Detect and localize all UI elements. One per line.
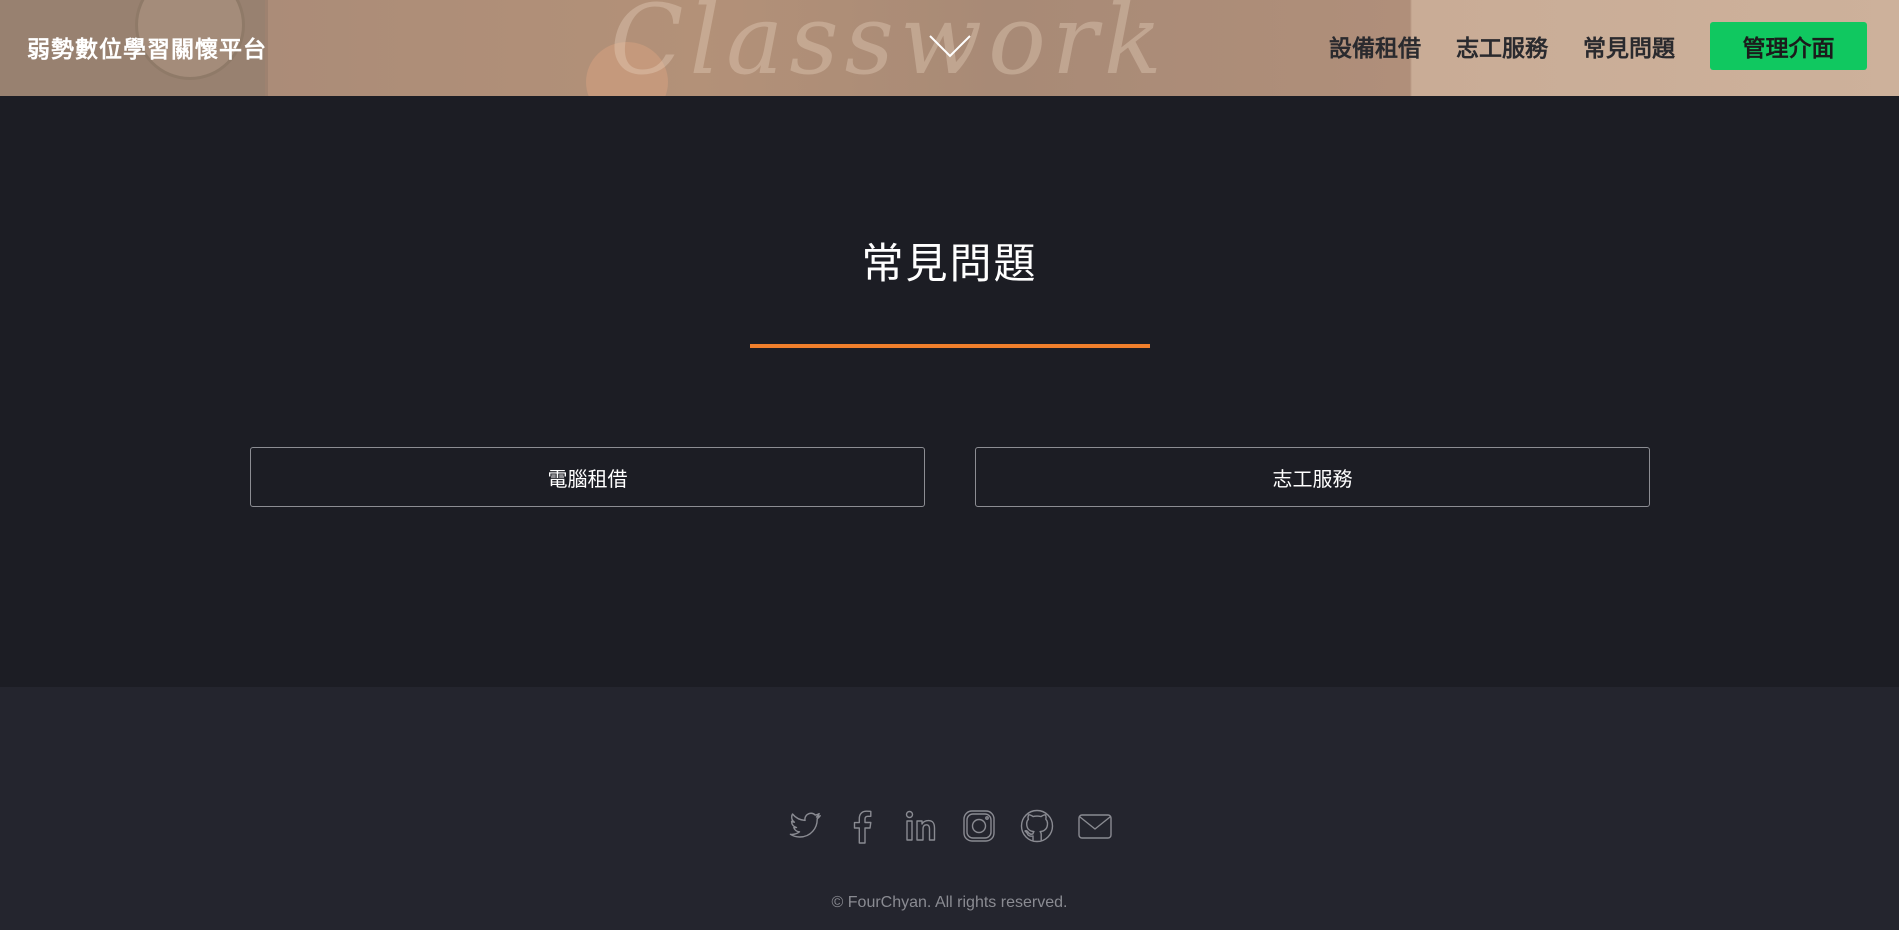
header-background-text: Classwork [610,0,1168,96]
main-nav: 設備租借 志工服務 常見問題 管理介面 [1329,22,1867,70]
site-brand[interactable]: 弱勢數位學習關懷平台 [27,30,267,64]
faq-section: 常見問題 電腦租借 志工服務 [0,96,1899,687]
nav-link-faq[interactable]: 常見問題 [1583,29,1675,63]
section-title: 常見問題 [861,239,1038,288]
copyright-text: © FourChyan. All rights reserved. [831,894,1068,911]
nav-link-volunteer-service[interactable]: 志工服務 [1456,29,1548,63]
faq-computer-rental-button[interactable]: 電腦租借 [250,447,925,507]
social-links [0,807,1899,845]
facebook-icon[interactable] [845,807,881,845]
instagram-icon[interactable] [961,807,997,845]
site-footer: © FourChyan. All rights reserved. [0,687,1899,930]
faq-volunteer-service-button[interactable]: 志工服務 [975,447,1650,507]
title-underline [750,344,1150,348]
admin-panel-button[interactable]: 管理介面 [1710,22,1867,70]
email-icon[interactable] [1077,807,1113,845]
linkedin-icon[interactable] [903,807,939,845]
chevron-down-icon[interactable] [928,28,972,60]
twitter-icon[interactable] [787,807,823,845]
github-icon[interactable] [1019,807,1055,845]
site-header: Classwork 弱勢數位學習關懷平台 設備租借 志工服務 常見問題 管理介面 [0,0,1899,96]
nav-link-equipment-rental[interactable]: 設備租借 [1329,29,1421,63]
